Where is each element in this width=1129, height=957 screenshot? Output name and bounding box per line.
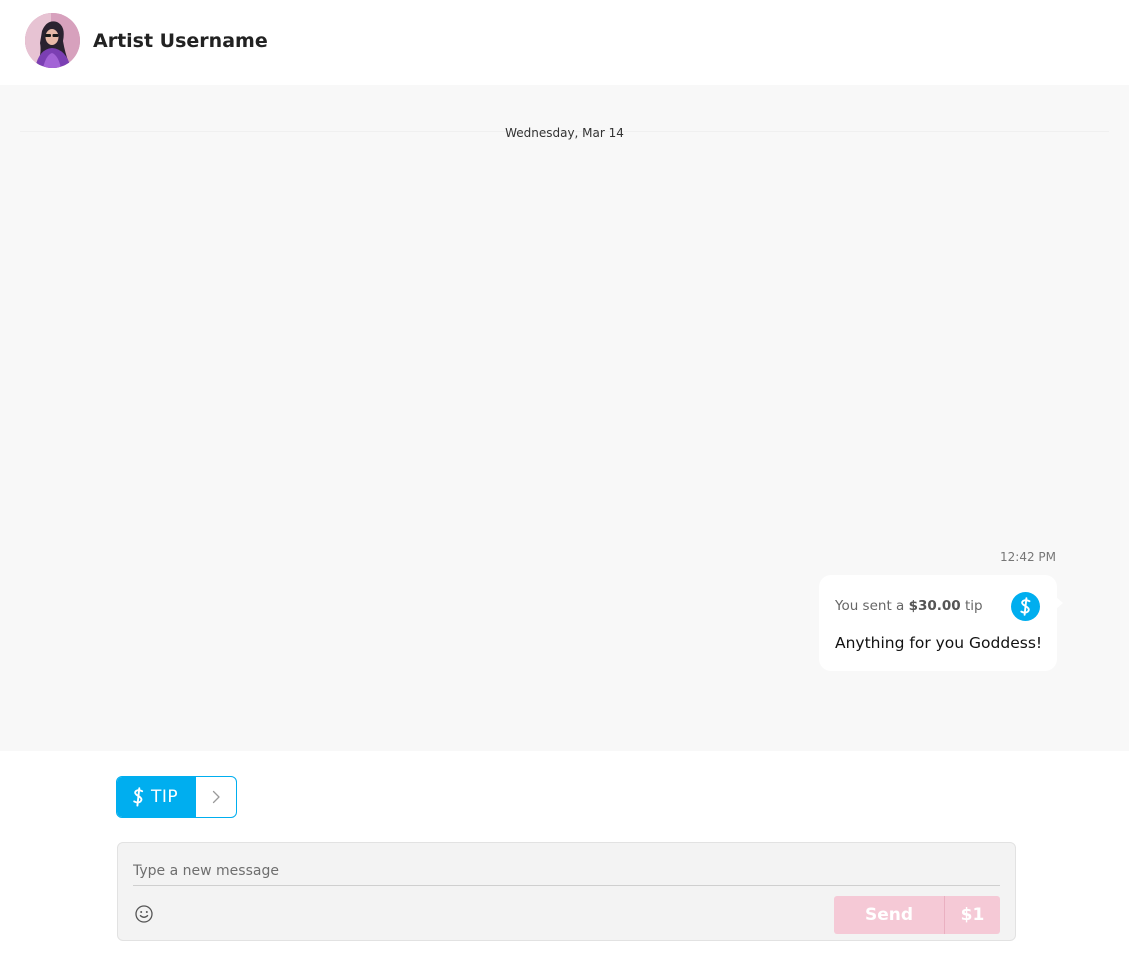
dollar-tip-icon [1011, 592, 1040, 621]
date-separator-label: Wednesday, Mar 14 [505, 126, 624, 140]
username-title[interactable]: Artist Username [93, 29, 268, 53]
send-button-group: Send $1 [834, 896, 1000, 934]
avatar-image [25, 13, 80, 68]
avatar[interactable] [25, 13, 80, 68]
message-price-button[interactable]: $1 [945, 896, 1000, 934]
smiley-icon [135, 905, 153, 923]
chevron-right-icon [212, 790, 220, 804]
tip-button[interactable]: TIP [117, 777, 196, 817]
tip-expand-button[interactable] [196, 777, 236, 817]
tip-prefix: You sent a [835, 598, 909, 614]
tip-amount: $30.00 [908, 598, 961, 614]
message-text: Anything for you Goddess! [835, 634, 1043, 652]
message-composer: Send $1 [117, 842, 1016, 941]
tip-button-label: TIP [151, 787, 179, 807]
message-bubble[interactable]: You sent a $30.00 tip Anything for you G… [819, 575, 1063, 671]
message-timestamp: 12:42 PM [1000, 550, 1056, 564]
conversation-area[interactable]: Wednesday, Mar 14 12:42 PM You sent a $3… [0, 85, 1129, 751]
emoji-button[interactable] [134, 904, 154, 924]
tip-summary: You sent a $30.00 tip [835, 597, 983, 615]
tip-suffix: tip [960, 598, 983, 614]
chat-header: Artist Username [0, 0, 1129, 85]
send-button[interactable]: Send [834, 896, 944, 934]
message-input[interactable] [133, 856, 1000, 886]
tip-button-group: TIP [116, 776, 237, 818]
chat-app: Artist Username Wednesday, Mar 14 12:42 … [0, 0, 1129, 957]
dollar-icon [133, 787, 144, 807]
